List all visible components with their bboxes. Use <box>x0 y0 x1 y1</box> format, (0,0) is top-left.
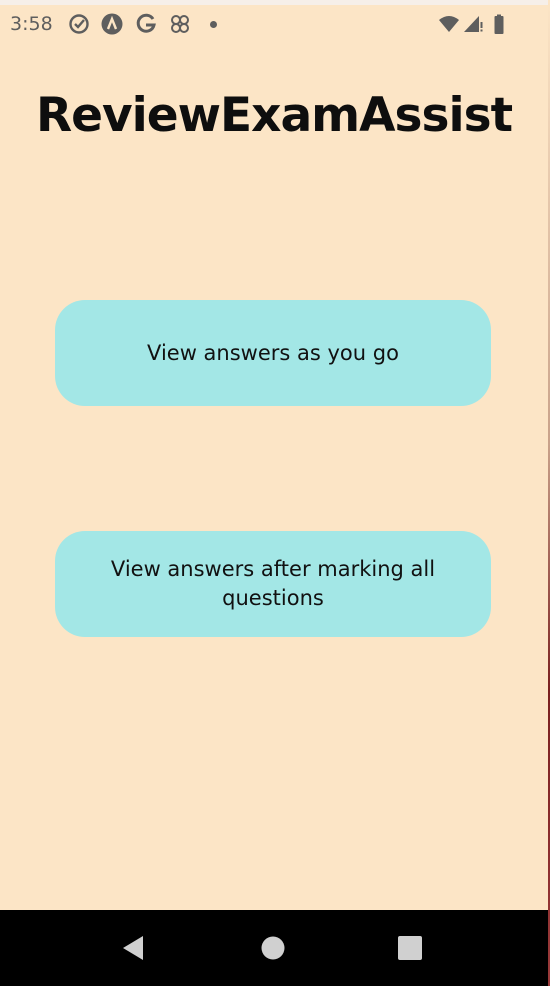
status-time: 3:58 <box>10 13 53 35</box>
home-icon[interactable] <box>259 934 287 962</box>
app-screen: 3:58 ReviewExamAssist View answers as yo… <box>0 0 548 986</box>
battery-icon <box>490 13 512 35</box>
signal-icon <box>462 13 484 35</box>
back-icon[interactable] <box>119 934 147 962</box>
status-bar: 3:58 <box>0 5 548 41</box>
google-icon <box>135 13 157 35</box>
view-answers-as-you-go-button[interactable]: View answers as you go <box>55 300 491 406</box>
view-answers-after-marking-button[interactable]: View answers after marking all questions <box>55 531 491 637</box>
app-title: ReviewExamAssist <box>35 88 513 143</box>
check-circle-icon <box>68 13 90 35</box>
button-label: View answers as you go <box>147 340 399 365</box>
notification-dot-icon <box>210 21 217 28</box>
recents-icon[interactable] <box>396 934 424 962</box>
android-studio-icon <box>101 13 123 35</box>
navigation-bar <box>0 910 548 986</box>
wifi-icon <box>438 13 460 35</box>
button-label: View answers after marking all questions <box>110 557 436 610</box>
pinwheel-icon <box>169 13 191 35</box>
